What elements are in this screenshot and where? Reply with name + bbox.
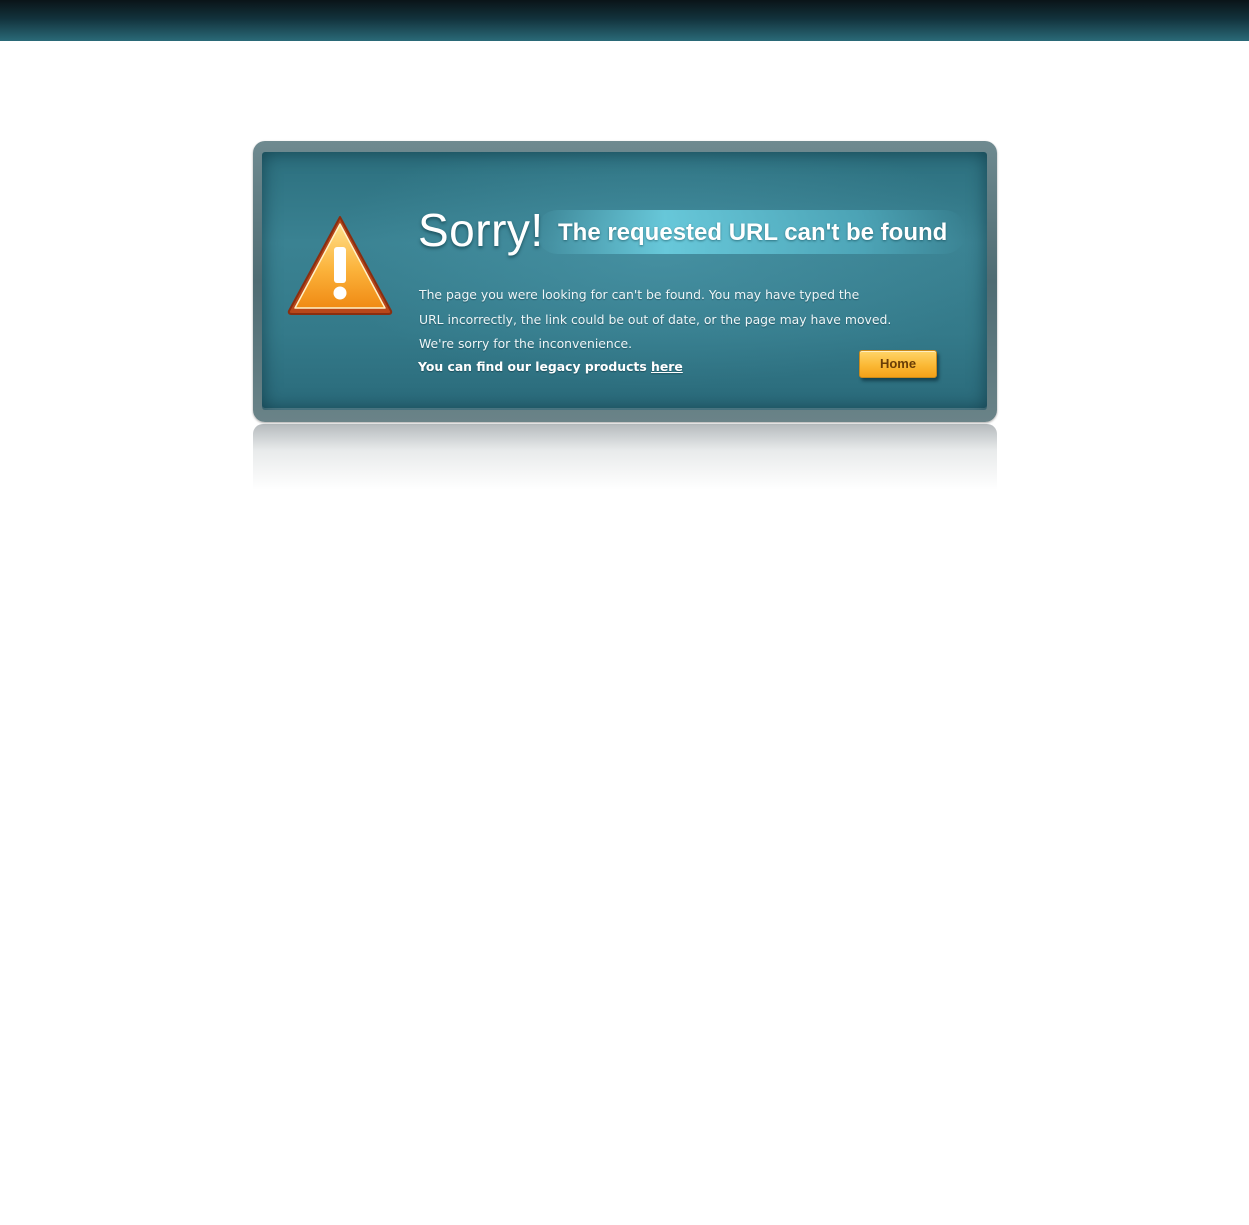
message-line: We're sorry for the inconvenience. <box>419 336 633 351</box>
panel-reflection <box>253 424 997 490</box>
home-button[interactable]: Home <box>859 350 937 378</box>
message-line: URL incorrectly, the link could be out o… <box>419 311 892 327</box>
top-bar <box>0 0 1249 41</box>
error-message: The page you were looking for can't be f… <box>419 283 892 357</box>
warning-icon <box>287 216 393 315</box>
legacy-products-text: You can find our legacy products here <box>418 359 683 374</box>
error-subheading: The requested URL can't be found <box>558 219 948 246</box>
legacy-label: You can find our legacy products <box>418 359 652 374</box>
error-heading: Sorry! <box>418 204 544 256</box>
legacy-products-link[interactable]: here <box>651 359 683 374</box>
message-line: The page you were looking for can't be f… <box>419 287 860 302</box>
